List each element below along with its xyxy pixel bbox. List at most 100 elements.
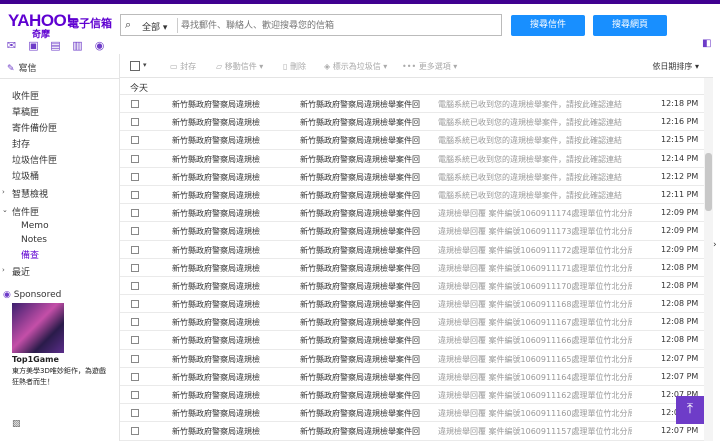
ad-text[interactable]: 東方美學3D唯妙鉅作，為遊戲狂熱者而生！ — [12, 366, 108, 388]
chevron-down-icon[interactable]: ⌄ — [2, 206, 8, 214]
more-label: 更多選項 — [418, 62, 451, 71]
message-row[interactable]: 新竹縣政府警察局違規檢 新竹縣政府警察局違規檢舉案件回 電腦系統已收到您的違規檢舉案… — [120, 95, 710, 114]
message-rows: 新竹縣政府警察局違規檢 新竹縣政府警察局違規檢舉案件回 電腦系統已收到您的違規檢舉案… — [120, 95, 710, 441]
message-checkbox[interactable] — [131, 318, 139, 327]
folder-inbox[interactable]: 收件匣 — [12, 89, 39, 102]
scrollbar[interactable] — [704, 78, 713, 441]
message-row[interactable]: 新竹縣政府警察局違規檢 新竹縣政府警察局違規檢舉案件回 電腦系統已收到您的違規檢舉案… — [120, 150, 710, 168]
message-checkbox[interactable] — [131, 227, 139, 236]
message-checkbox[interactable] — [131, 427, 139, 436]
message-row[interactable]: 新竹縣政府警察局違規檢 新竹縣政府警察局違規檢舉案件回 違規檢舉回覆 案件編號106… — [120, 386, 710, 405]
chevron-down-icon[interactable]: ▾ — [143, 61, 147, 69]
message-row[interactable]: 新竹縣政府警察局違規檢 新竹縣政府警察局違規檢舉案件回 違規檢舉回覆 案件編號106… — [120, 204, 710, 223]
message-checkbox[interactable] — [131, 154, 139, 163]
message-time: 12:12 PM — [661, 171, 699, 181]
image-icon[interactable]: ▨ — [12, 419, 21, 429]
message-checkbox[interactable] — [131, 172, 139, 181]
chevron-right-icon[interactable]: › — [2, 266, 5, 274]
mail-icon[interactable]: ✉ — [5, 40, 18, 52]
message-preview: 電腦系統已收到您的違規檢舉案件，請按此確認連結 — [438, 190, 622, 200]
message-row[interactable]: 新竹縣政府警察局違規檢 新竹縣政府警察局違規檢舉案件回 違規檢舉回覆 案件編號106… — [120, 404, 710, 423]
message-checkbox[interactable] — [131, 354, 139, 363]
folder-trash[interactable]: 垃圾桶 — [12, 169, 39, 182]
message-row[interactable]: 新竹縣政府警察局違規檢 新竹縣政府警察局違規檢舉案件回 違規檢舉回覆 案件編號106… — [120, 222, 710, 241]
message-sender: 新竹縣政府警察局違規檢 — [172, 172, 260, 182]
sponsored-label: ◉ Sponsored — [3, 290, 61, 300]
search-mail-button[interactable]: 搜尋信件 — [511, 15, 585, 36]
message-checkbox[interactable] — [131, 391, 139, 399]
smart-views[interactable]: 智慧檢視 — [12, 187, 48, 200]
settings-icon[interactable]: ◧ — [702, 38, 712, 49]
message-toolbar: ▾ ▭ 封存 ▱ 移動信件 ▾ ▯ 刪除 ◈ 標示為垃圾信 ▾ ••• 更多選項… — [120, 54, 713, 78]
message-row[interactable]: 新竹縣政府警察局違規檢 新竹縣政府警察局違規檢舉案件回 違規檢舉回覆 案件編號106… — [120, 313, 710, 332]
message-row[interactable]: 新竹縣政府警察局違規檢 新竹縣政府警察局違規檢舉案件回 電腦系統已收到您的違規檢舉案… — [120, 131, 710, 150]
folder-drafts[interactable]: 草稿匣 — [12, 105, 39, 118]
message-subject: 新竹縣政府警察局違規檢舉案件回 — [300, 372, 420, 382]
message-checkbox[interactable] — [131, 245, 139, 254]
yahoo-logo[interactable]: YAHOO! 奇摩 電子信箱 — [8, 11, 112, 40]
message-preview: 違規檢舉回覆 案件編號1060911170處理單位竹北分局 — [438, 281, 632, 291]
delete-button[interactable]: ▯ 刪除 — [283, 61, 306, 72]
folder-sent[interactable]: 寄件備份匣 — [12, 121, 57, 134]
message-time: 12:16 PM — [661, 117, 699, 127]
message-checkbox[interactable] — [131, 300, 139, 309]
date-group-header: 今天 — [120, 78, 710, 95]
message-checkbox[interactable] — [131, 336, 139, 345]
message-sender: 新竹縣政府警察局違規檢 — [172, 263, 260, 273]
message-checkbox[interactable] — [131, 263, 139, 272]
message-row[interactable]: 新竹縣政府警察局違規檢 新竹縣政府警察局違規檢舉案件回 違規檢舉回覆 案件編號106… — [120, 368, 710, 386]
message-time: 12:09 PM — [661, 226, 699, 236]
message-row[interactable]: 新竹縣政府警察局違規檢 新竹縣政府警察局違規檢舉案件回 違規檢舉回覆 案件編號106… — [120, 259, 710, 277]
trash-icon: ▯ — [283, 62, 288, 71]
contacts-icon[interactable]: ▣ — [27, 40, 40, 52]
sort-dropdown[interactable]: 依日期排序 ▾ — [652, 61, 699, 72]
chevron-right-icon[interactable]: › — [2, 188, 5, 196]
ad-title[interactable]: Top1Game — [12, 355, 59, 364]
message-checkbox[interactable] — [131, 281, 139, 290]
calendar-icon[interactable]: ▤ — [49, 40, 62, 52]
message-row[interactable]: 新竹縣政府警察局違規檢 新竹縣政府警察局違規檢舉案件回 電腦系統已收到您的違規檢舉案… — [120, 168, 710, 186]
message-sender: 新竹縣政府警察局違規檢 — [172, 227, 260, 237]
message-preview: 違規檢舉回覆 案件編號1060911165處理單位竹北分局 — [438, 354, 632, 364]
message-row[interactable]: 新竹縣政府警察局違規檢 新竹縣政府警察局違規檢舉案件回 電腦系統已收到您的違規檢舉案… — [120, 113, 710, 132]
folder-spam[interactable]: 垃圾信件匣 — [12, 153, 57, 166]
recent[interactable]: 最近 — [12, 265, 30, 278]
search-scope-select[interactable]: 全部 ▾ — [142, 20, 167, 33]
folder-notes[interactable]: Notes — [21, 235, 47, 245]
message-checkbox[interactable] — [131, 118, 139, 127]
message-checkbox[interactable] — [131, 209, 139, 218]
message-sender: 新竹縣政府警察局違規檢 — [172, 300, 260, 310]
message-checkbox[interactable] — [131, 136, 139, 145]
message-row[interactable]: 新竹縣政府警察局違規檢 新竹縣政府警察局違規檢舉案件回 違規檢舉回覆 案件編號106… — [120, 331, 710, 350]
chevron-right-icon[interactable]: › — [713, 240, 717, 250]
search-input[interactable] — [181, 18, 499, 33]
folder-reference[interactable]: 備查 — [21, 248, 39, 261]
message-row[interactable]: 新竹縣政府警察局違規檢 新竹縣政府警察局違規檢舉案件回 違規檢舉回覆 案件編號106… — [120, 350, 710, 368]
message-subject: 新竹縣政府警察局違規檢舉案件回 — [300, 190, 420, 200]
notepad-icon[interactable]: ▥ — [71, 40, 84, 52]
message-checkbox[interactable] — [131, 409, 139, 418]
ad-image[interactable] — [12, 303, 64, 353]
message-checkbox[interactable] — [131, 100, 139, 108]
message-row[interactable]: 新竹縣政府警察局違規檢 新竹縣政府警察局違規檢舉案件回 違規檢舉回覆 案件編號106… — [120, 241, 710, 259]
messenger-icon[interactable]: ◉ — [93, 40, 106, 52]
select-all-checkbox[interactable] — [130, 61, 140, 71]
search-web-button[interactable]: 搜尋網頁 — [593, 15, 667, 36]
message-checkbox[interactable] — [131, 190, 139, 199]
compose-button[interactable]: ✎ 寫信 — [7, 61, 37, 74]
mail-folders[interactable]: 信件匣 — [12, 205, 39, 218]
message-row[interactable]: 新竹縣政府警察局違規檢 新竹縣政府警察局違規檢舉案件回 違規檢舉回覆 案件編號106… — [120, 277, 710, 296]
folder-memo[interactable]: Memo — [21, 221, 49, 231]
folder-archive[interactable]: 封存 — [12, 137, 30, 150]
back-to-top-button[interactable]: ⤒ — [676, 396, 704, 424]
message-row[interactable]: 新竹縣政府警察局違規檢 新竹縣政府警察局違規檢舉案件回 電腦系統已收到您的違規檢舉案… — [120, 186, 710, 205]
message-row[interactable]: 新竹縣政府警察局違規檢 新竹縣政府警察局違規檢舉案件回 違規檢舉回覆 案件編號106… — [120, 295, 710, 314]
sort-label: 依日期排序 — [652, 62, 693, 71]
message-row[interactable]: 新竹縣政府警察局違規檢 新竹縣政府警察局違規檢舉案件回 違規檢舉回覆 案件編號106… — [120, 422, 710, 441]
archive-button[interactable]: ▭ 封存 — [170, 61, 196, 72]
scrollbar-thumb[interactable] — [705, 153, 712, 211]
message-checkbox[interactable] — [131, 372, 139, 381]
more-button[interactable]: ••• 更多選項 ▾ — [402, 61, 457, 72]
spam-button[interactable]: ◈ 標示為垃圾信 ▾ — [324, 61, 387, 72]
move-button[interactable]: ▱ 移動信件 ▾ — [216, 61, 263, 72]
